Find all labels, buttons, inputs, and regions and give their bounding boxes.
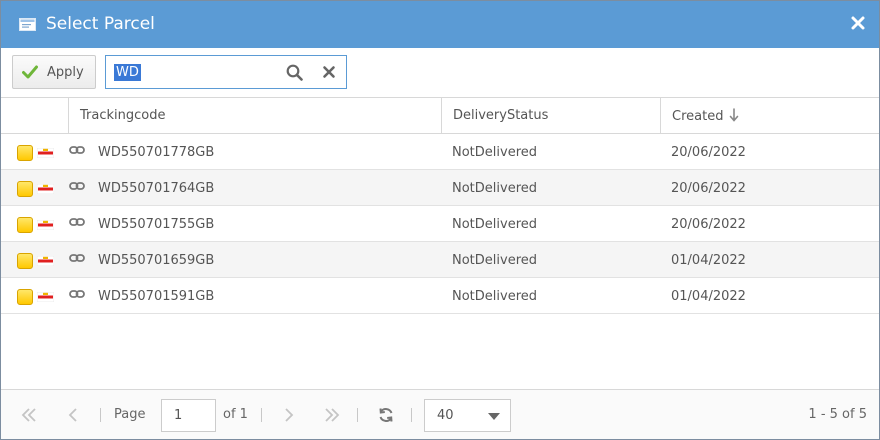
royal-mail-icon: [37, 184, 54, 194]
clear-icon[interactable]: [322, 65, 336, 79]
cell-created: 01/04/2022: [671, 253, 746, 268]
page-label: Page: [114, 407, 146, 422]
close-icon[interactable]: [849, 14, 867, 32]
page-number-input[interactable]: [161, 399, 216, 432]
table-row[interactable]: WD550701591GB NotDelivered 01/04/2022: [1, 278, 879, 314]
page-count-label: of 1: [223, 407, 248, 422]
chevron-down-icon: [488, 413, 500, 420]
pager-separator: [357, 408, 358, 422]
table-row[interactable]: WD550701659GB NotDelivered 01/04/2022: [1, 242, 879, 278]
refresh-icon[interactable]: [378, 407, 394, 423]
cell-trackingcode: WD550701778GB: [98, 145, 215, 160]
search-icon[interactable]: [286, 64, 303, 81]
search-input-value: WD: [114, 64, 141, 81]
link-icon[interactable]: [69, 145, 85, 155]
cell-created: 20/06/2022: [671, 181, 746, 196]
table-row[interactable]: WD550701755GB NotDelivered 20/06/2022: [1, 206, 879, 242]
cell-deliverystatus: NotDelivered: [452, 289, 538, 304]
record-range: 1 - 5 of 5: [808, 407, 867, 422]
link-icon[interactable]: [69, 289, 85, 299]
page-size-select[interactable]: 40: [424, 399, 511, 432]
yellow-square-icon: [17, 289, 33, 305]
link-icon[interactable]: [69, 181, 85, 191]
yellow-square-icon: [17, 217, 33, 233]
yellow-square-icon: [17, 145, 33, 161]
pager-separator: [100, 408, 101, 422]
pager-separator: [261, 408, 262, 422]
check-icon: [22, 65, 38, 79]
cell-trackingcode: WD550701764GB: [98, 181, 215, 196]
header-deliverystatus[interactable]: DeliveryStatus: [441, 98, 660, 134]
pager: Page of 1 40 1 - 5 of 5: [1, 389, 879, 439]
yellow-square-icon: [17, 181, 33, 197]
prev-page-icon[interactable]: [65, 407, 81, 423]
pager-separator: [411, 408, 412, 422]
dialog-title: Select Parcel: [46, 14, 155, 34]
apply-label: Apply: [47, 65, 84, 80]
cell-trackingcode: WD550701755GB: [98, 217, 215, 232]
toolbar: Apply WD: [1, 48, 879, 98]
grid-header: Trackingcode DeliveryStatus Created: [1, 98, 879, 134]
cell-trackingcode: WD550701659GB: [98, 253, 215, 268]
royal-mail-icon: [37, 256, 54, 266]
royal-mail-icon: [37, 148, 54, 158]
cell-trackingcode: WD550701591GB: [98, 289, 215, 304]
royal-mail-icon: [37, 292, 54, 302]
header-deliverystatus-label: DeliveryStatus: [453, 108, 549, 123]
page-size-value: 40: [437, 408, 454, 423]
link-icon[interactable]: [69, 253, 85, 263]
window-icon: [19, 18, 36, 31]
header-trackingcode[interactable]: Trackingcode: [68, 98, 441, 134]
royal-mail-icon: [37, 220, 54, 230]
cell-created: 01/04/2022: [671, 289, 746, 304]
yellow-square-icon: [17, 253, 33, 269]
search-box[interactable]: WD: [105, 55, 347, 89]
cell-deliverystatus: NotDelivered: [452, 217, 538, 232]
table-row[interactable]: WD550701764GB NotDelivered 20/06/2022: [1, 170, 879, 206]
cell-created: 20/06/2022: [671, 145, 746, 160]
cell-deliverystatus: NotDelivered: [452, 253, 538, 268]
search-input[interactable]: WD: [114, 64, 141, 81]
select-parcel-dialog: Select Parcel Apply WD Trackingcode Deli…: [0, 0, 880, 440]
cell-deliverystatus: NotDelivered: [452, 145, 538, 160]
table-row[interactable]: WD550701778GB NotDelivered 20/06/2022: [1, 134, 879, 170]
header-created[interactable]: Created: [660, 98, 879, 134]
dialog-titlebar: Select Parcel: [1, 1, 879, 48]
next-page-icon[interactable]: [281, 407, 297, 423]
apply-button[interactable]: Apply: [12, 55, 96, 89]
link-icon[interactable]: [69, 217, 85, 227]
header-icons: [1, 98, 68, 134]
header-trackingcode-label: Trackingcode: [80, 108, 166, 123]
cell-created: 20/06/2022: [671, 217, 746, 232]
last-page-icon[interactable]: [324, 407, 340, 423]
cell-deliverystatus: NotDelivered: [452, 181, 538, 196]
first-page-icon[interactable]: [21, 407, 37, 423]
arrow-down-icon: [730, 108, 739, 122]
header-created-label: Created: [672, 109, 724, 124]
